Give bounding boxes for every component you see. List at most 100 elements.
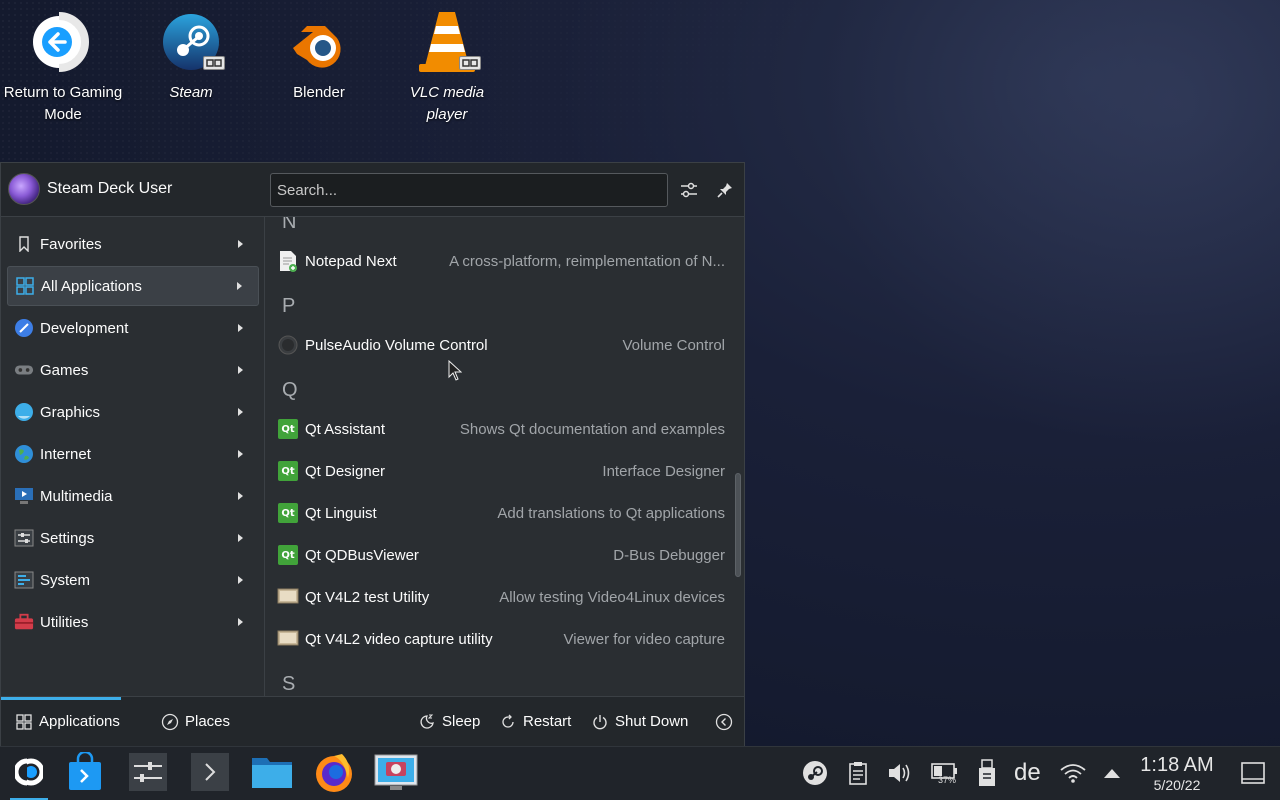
app-name: Qt V4L2 video capture utility xyxy=(305,630,493,648)
launcher-button[interactable] xyxy=(6,751,52,800)
screenshot-icon xyxy=(374,752,418,797)
more-options-button[interactable] xyxy=(715,697,739,746)
desktop-icon-blender[interactable]: Blender xyxy=(259,8,379,104)
app-description: A cross-platform, reimplementation of N.… xyxy=(449,252,725,270)
digital-clock[interactable]: 1:18 AM 5/20/22 xyxy=(1132,754,1222,794)
category-label: Utilities xyxy=(40,613,89,631)
tab-places[interactable]: Places xyxy=(161,697,230,746)
category-development[interactable]: Development xyxy=(7,308,259,348)
monitor-icon xyxy=(277,628,299,650)
battery-icon[interactable]: 37% xyxy=(928,755,962,791)
desktop-icon-return-to-gaming-mode[interactable]: Return to Gaming Mode xyxy=(3,8,123,126)
volume-knob-icon xyxy=(277,334,299,356)
usb-device-icon[interactable] xyxy=(972,755,1002,791)
desktop-icon-label: VLC media player xyxy=(409,84,485,123)
app-item-notepad-next[interactable]: Notepad Next A cross-platform, reimpleme… xyxy=(277,243,725,279)
category-label: Internet xyxy=(40,445,91,463)
sleep-button[interactable]: Sleep xyxy=(418,697,480,746)
category-system[interactable]: System xyxy=(7,560,259,600)
section-header: P xyxy=(282,295,296,317)
link-badge-icon xyxy=(203,56,225,70)
taskbar-discover[interactable] xyxy=(62,750,108,797)
development-icon xyxy=(14,318,34,338)
show-desktop-icon[interactable] xyxy=(1238,755,1268,791)
app-item-qt-qdbusviewer[interactable]: Qt Qt QDBusViewer D-Bus Debugger xyxy=(277,537,725,573)
chevron-up-icon[interactable] xyxy=(1097,755,1127,791)
desktop-icon-steam[interactable]: Steam xyxy=(131,8,251,104)
settings-sliders-icon xyxy=(128,752,168,797)
desktop-icon-label: Steam xyxy=(169,84,213,101)
grid-icon xyxy=(15,276,35,296)
app-description: Shows Qt documentation and examples xyxy=(459,420,725,438)
chevron-right-icon xyxy=(238,240,243,248)
search-input[interactable] xyxy=(270,173,668,207)
toolbox-icon xyxy=(14,612,34,632)
monitor-icon xyxy=(277,586,299,608)
category-label: Games xyxy=(40,361,89,379)
steam-tray-icon[interactable] xyxy=(800,755,830,791)
desktop-icon-vlc[interactable]: VLC media player xyxy=(387,8,507,126)
app-description: Allow testing Video4Linux devices xyxy=(499,588,725,606)
chevron-right-icon xyxy=(238,576,243,584)
configure-icon[interactable] xyxy=(678,179,700,201)
shutdown-button[interactable]: Shut Down xyxy=(591,697,688,746)
keyboard-layout-indicator[interactable]: de xyxy=(1014,759,1041,787)
category-graphics[interactable]: Graphics xyxy=(7,392,259,432)
app-item-pulseaudio-volume-control[interactable]: PulseAudio Volume Control Volume Control xyxy=(277,327,725,363)
category-utilities[interactable]: Utilities xyxy=(7,602,259,642)
globe-icon xyxy=(14,444,34,464)
app-description: Viewer for video capture xyxy=(563,630,725,648)
tab-applications[interactable]: Applications xyxy=(1,697,131,746)
notepad-icon xyxy=(277,250,299,272)
taskbar-firefox[interactable] xyxy=(311,751,357,797)
taskbar-konsole[interactable] xyxy=(187,751,233,797)
app-name: Qt V4L2 test Utility xyxy=(305,588,430,606)
volume-icon[interactable] xyxy=(885,755,915,791)
app-item-qt-v4l2-test-utility[interactable]: Qt V4L2 test Utility Allow testing Video… xyxy=(277,579,725,615)
compass-icon xyxy=(161,713,179,731)
category-label: Development xyxy=(40,319,129,337)
user-avatar[interactable] xyxy=(8,173,40,205)
battery-percent: 37% xyxy=(938,775,957,785)
system-icon xyxy=(14,570,34,590)
app-list-scrollbar[interactable] xyxy=(731,217,744,697)
app-item-qt-assistant[interactable]: Qt Qt Assistant Shows Qt documentation a… xyxy=(277,411,725,447)
chevron-right-icon xyxy=(238,618,243,626)
wallpaper-glow xyxy=(760,0,1280,520)
multimedia-icon xyxy=(14,486,34,506)
wifi-icon[interactable] xyxy=(1058,755,1088,791)
taskbar-dolphin[interactable] xyxy=(249,751,295,797)
app-item-qt-linguist[interactable]: Qt Qt Linguist Add translations to Qt ap… xyxy=(277,495,725,531)
clipboard-icon[interactable] xyxy=(843,755,873,791)
qt-icon: Qt xyxy=(277,544,299,566)
clock-time: 1:18 AM xyxy=(1140,754,1214,776)
app-item-qt-v4l2-video-capture-utility[interactable]: Qt V4L2 video capture utility Viewer for… xyxy=(277,621,725,657)
category-label: Graphics xyxy=(40,403,101,421)
steamdeck-logo-icon xyxy=(13,757,45,791)
taskbar-spectacle[interactable] xyxy=(373,751,419,797)
settings-icon xyxy=(14,528,34,548)
section-header: N xyxy=(282,217,297,233)
app-description: Add translations to Qt applications xyxy=(497,504,725,522)
category-label: Multimedia xyxy=(40,487,113,505)
discover-bag-icon xyxy=(65,750,105,797)
chevron-right-icon xyxy=(237,282,242,290)
application-list: N Notepad Next A cross-platform, reimple… xyxy=(265,217,731,697)
chevron-right-icon xyxy=(238,534,243,542)
category-internet[interactable]: Internet xyxy=(7,434,259,474)
user-name[interactable]: Steam Deck User xyxy=(47,180,172,198)
app-name: Qt QDBusViewer xyxy=(305,546,419,564)
category-settings[interactable]: Settings xyxy=(7,518,259,558)
scrollbar-thumb[interactable] xyxy=(735,473,741,577)
category-multimedia[interactable]: Multimedia xyxy=(7,476,259,516)
category-favorites[interactable]: Favorites xyxy=(7,224,259,264)
taskbar-system-settings[interactable] xyxy=(125,751,171,797)
restart-button[interactable]: Restart xyxy=(499,697,571,746)
app-name: PulseAudio Volume Control xyxy=(305,336,488,354)
category-all-applications[interactable]: All Applications xyxy=(7,266,259,306)
app-item-qt-designer[interactable]: Qt Qt Designer Interface Designer xyxy=(277,453,725,489)
category-games[interactable]: Games xyxy=(7,350,259,390)
tab-label: Applications xyxy=(39,713,120,730)
app-name: Qt Designer xyxy=(305,462,386,480)
pin-icon[interactable] xyxy=(714,179,736,201)
